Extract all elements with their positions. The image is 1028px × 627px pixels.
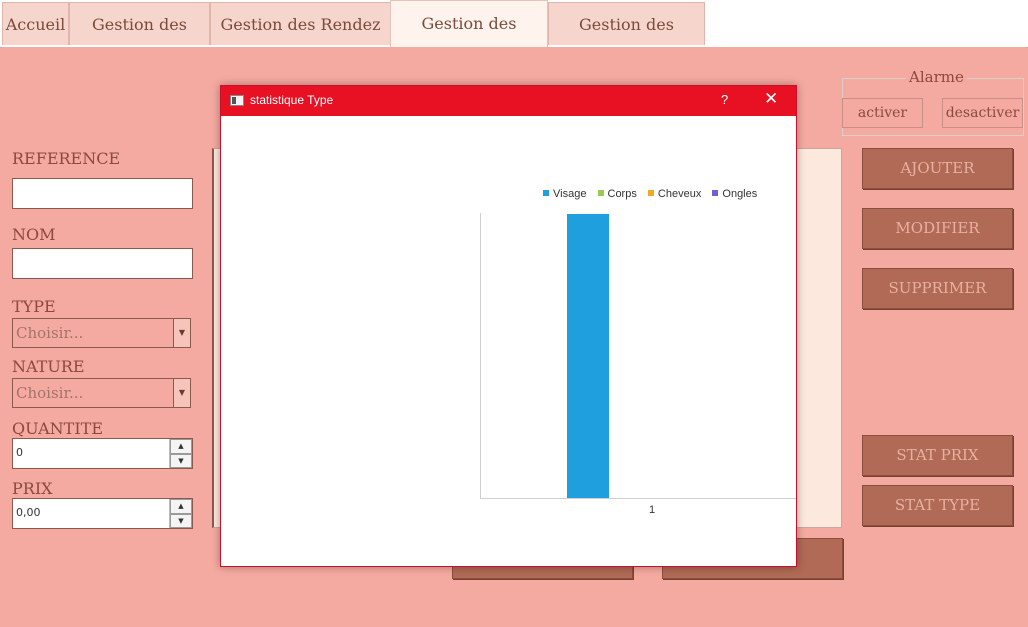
statistique-type-dialog: statistique Type ? ✕ Visage Corps Cheveu… (220, 85, 797, 567)
prix-label: PRIX (12, 479, 53, 498)
dialog-title-bar: statistique Type ? ✕ (221, 86, 796, 116)
reference-input[interactable] (12, 178, 193, 209)
legend-label: Visage (553, 188, 587, 200)
desactiver-button[interactable]: desactiver (942, 98, 1023, 128)
legend-item-corps: Corps (597, 188, 637, 200)
legend-swatch (597, 190, 604, 196)
stat-type-button[interactable]: STAT TYPE (862, 485, 1013, 526)
chart-y-axis (480, 213, 481, 499)
prix-value: 0,00 (16, 506, 41, 519)
prix-spinbox[interactable]: 0,00 ▲ ▼ (12, 498, 193, 529)
activer-button[interactable]: activer (842, 98, 923, 128)
spin-up-icon[interactable]: ▲ (170, 439, 192, 454)
legend-label: Cheveux (657, 188, 702, 200)
legend-swatch (712, 190, 719, 196)
tab-bar: Accueil Gestion des clients Gestion des … (0, 0, 1028, 79)
dialog-title: statistique Type (250, 93, 334, 107)
alarme-title: Alarme (906, 68, 967, 86)
quantite-label: QUANTITE (12, 419, 104, 438)
chart-x-axis (480, 498, 796, 499)
ajouter-button[interactable]: AJOUTER (862, 148, 1013, 189)
legend-item-cheveux: Cheveux (647, 188, 702, 200)
legend-swatch (647, 190, 654, 196)
nature-select[interactable]: Choisir... ▼ (12, 378, 191, 408)
x-tick-label: 1 (649, 504, 656, 516)
window-icon (230, 95, 244, 106)
quantite-spinbox[interactable]: 0 ▲ ▼ (12, 438, 193, 469)
chart-bar-visage (567, 214, 609, 498)
stat-prix-button[interactable]: STAT PRIX (862, 435, 1013, 476)
legend-swatch (543, 190, 549, 196)
nom-input[interactable] (12, 248, 193, 279)
spin-down-icon[interactable]: ▼ (170, 513, 192, 528)
spin-down-icon[interactable]: ▼ (170, 453, 192, 468)
nom-label: NOM (12, 225, 56, 244)
type-label: TYPE (12, 297, 56, 316)
tab-gestion-employes[interactable]: Gestion des employes (548, 2, 705, 77)
quantite-value: 0 (16, 446, 23, 459)
legend-item-visage: Visage (543, 188, 586, 200)
tab-accueil[interactable]: Accueil (2, 2, 69, 45)
tab-gestion-clients[interactable]: Gestion des clients (69, 2, 210, 77)
type-select-value: Choisir... (16, 324, 84, 342)
tab-gestion-rendez-vous[interactable]: Gestion des Rendez vous (210, 2, 391, 77)
chart-legend: Visage Corps Cheveux Ongles (543, 188, 765, 204)
modifier-button[interactable]: MODIFIER (862, 208, 1013, 249)
chevron-down-icon[interactable]: ▼ (173, 319, 190, 347)
nature-select-value: Choisir... (16, 384, 84, 402)
type-select[interactable]: Choisir... ▼ (12, 318, 191, 348)
tab-gestion-produits[interactable]: Gestion des Produits (390, 0, 548, 79)
spin-up-icon[interactable]: ▲ (170, 499, 192, 514)
close-icon[interactable]: ✕ (764, 89, 778, 109)
legend-item-ongles: Ongles (712, 188, 757, 200)
reference-label: REFERENCE (12, 149, 121, 168)
chevron-down-icon[interactable]: ▼ (173, 379, 190, 407)
legend-label: Ongles (722, 188, 758, 200)
legend-label: Corps (607, 188, 637, 200)
nature-label: NATURE (12, 357, 85, 376)
help-icon[interactable]: ? (721, 92, 728, 107)
supprimer-button[interactable]: SUPPRIMER (862, 268, 1013, 309)
